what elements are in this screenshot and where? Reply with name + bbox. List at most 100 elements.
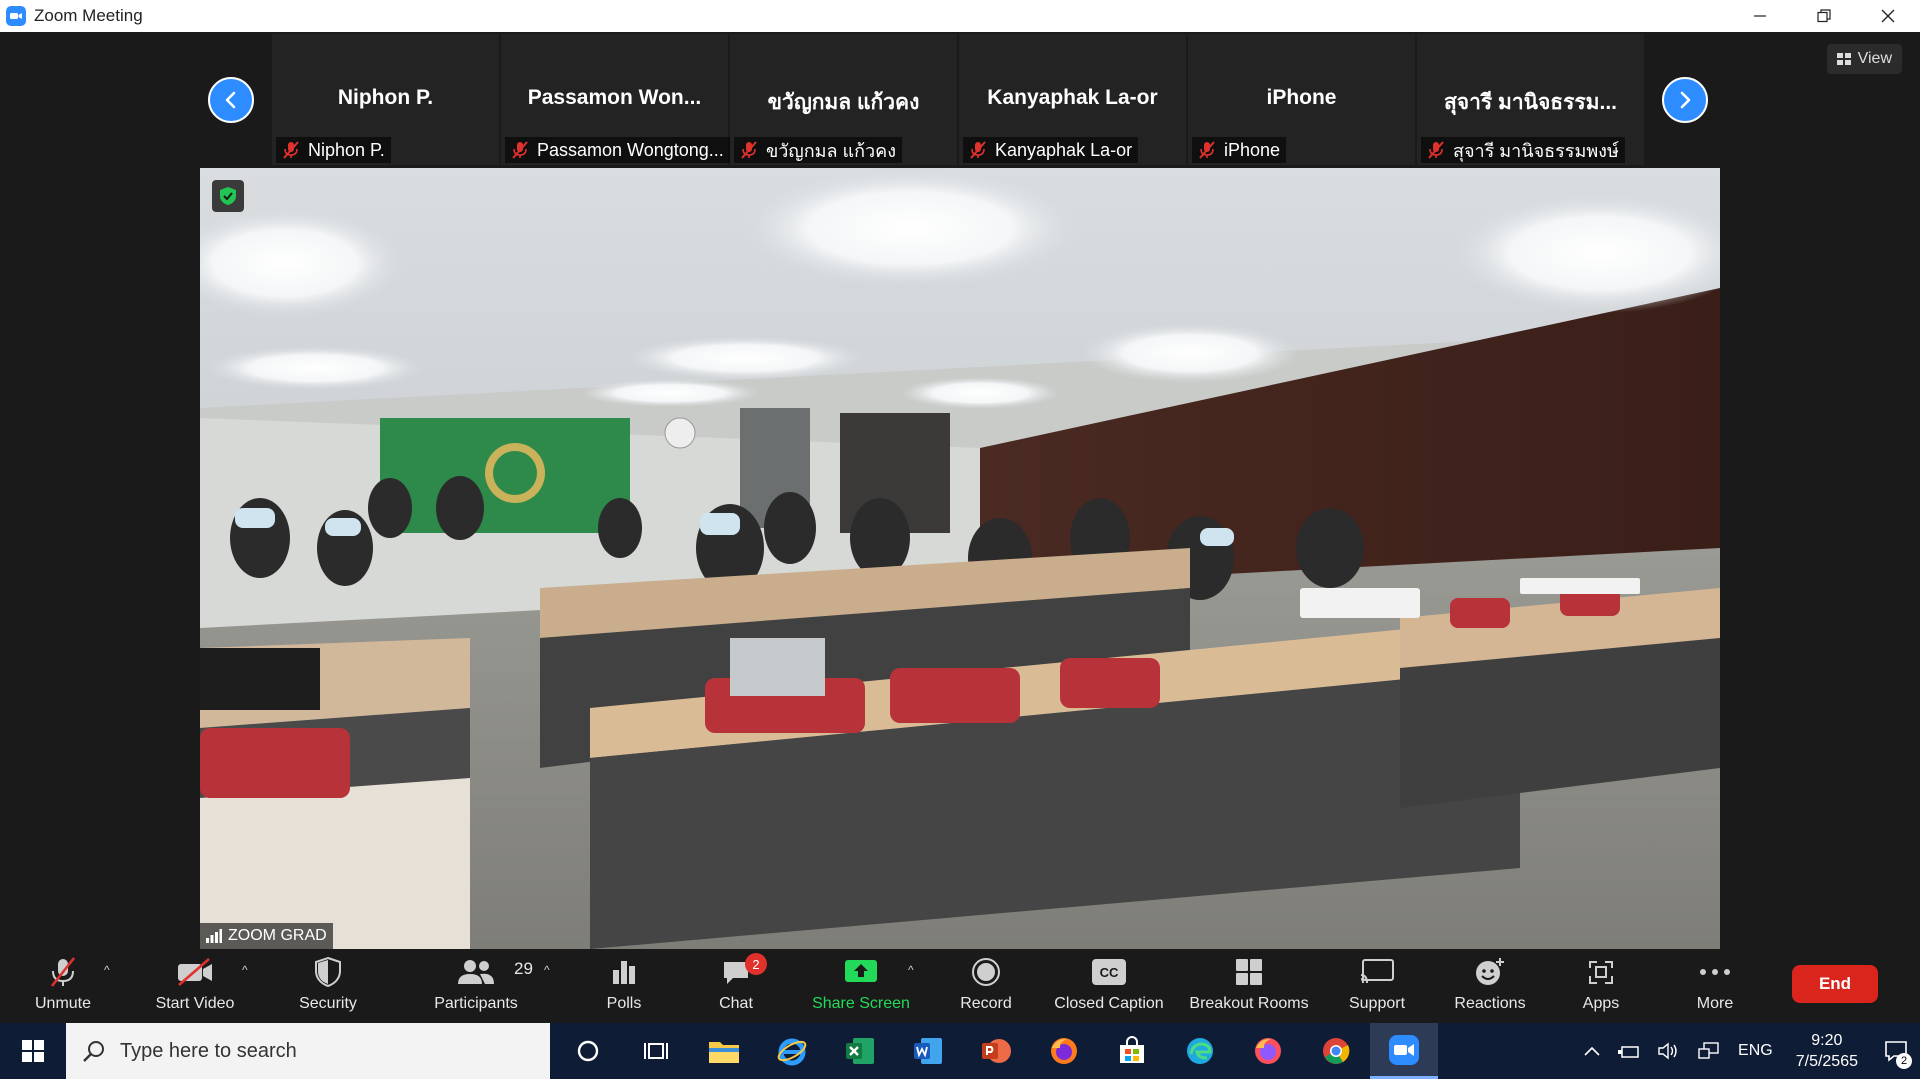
participants-button[interactable]: 29 Participants xyxy=(426,949,533,1023)
chrome-button[interactable] xyxy=(1302,1023,1370,1079)
reactions-button[interactable]: Reactions xyxy=(1450,949,1530,1023)
taskbar-search-box[interactable]: Type here to search xyxy=(66,1023,550,1079)
chrome-icon xyxy=(1323,1038,1350,1064)
start-video-button[interactable]: Start Video xyxy=(150,949,240,1023)
more-label: More xyxy=(1696,995,1734,1012)
clock-date: 7/5/2565 xyxy=(1795,1053,1858,1070)
participant-count: 29 xyxy=(514,959,533,978)
minimize-button[interactable] xyxy=(1728,0,1792,32)
participants-options-caret-icon[interactable]: ^ xyxy=(544,963,550,977)
share-screen-button[interactable]: Share Screen xyxy=(808,949,914,1023)
zoom-logo-icon xyxy=(6,6,26,26)
participant-tile[interactable]: สุจารี มานิจธรรม... สุจารี มานิจธรรมพงษ์ xyxy=(1417,34,1644,165)
participant-tile[interactable]: Passamon Won... Passamon Wongtong... xyxy=(501,34,730,165)
windows-taskbar: Type here to search ENG 9:20 7/5/2565 2 xyxy=(0,1023,1920,1079)
file-explorer-button[interactable] xyxy=(690,1023,758,1079)
window-title: Zoom Meeting xyxy=(34,6,143,25)
cortana-button[interactable] xyxy=(554,1023,622,1079)
participant-name-label: ขวัญกมล แก้วคง xyxy=(734,137,902,163)
closed-caption-button[interactable]: CC Closed Caption xyxy=(1052,949,1166,1023)
start-button[interactable] xyxy=(0,1023,66,1079)
internet-explorer-icon xyxy=(777,1038,807,1066)
microsoft-store-button[interactable] xyxy=(1098,1023,1166,1079)
record-button[interactable]: Record xyxy=(956,949,1016,1023)
polls-label: Polls xyxy=(606,995,642,1012)
video-options-caret-icon[interactable]: ^ xyxy=(242,963,248,977)
participant-tile[interactable]: Kanyaphak La-or Kanyaphak La-or xyxy=(959,34,1186,165)
meeting-stage: Niphon P. Niphon P. Passamon Won... Pass… xyxy=(0,32,1920,949)
support-button[interactable]: Support xyxy=(1344,949,1410,1023)
apps-button[interactable]: Apps xyxy=(1578,949,1624,1023)
muted-mic-icon xyxy=(741,141,757,159)
view-button[interactable]: View xyxy=(1826,44,1902,74)
input-language-button[interactable]: ENG xyxy=(1729,1042,1782,1060)
zoom-app: Zoom Meeting Niphon P. Niphon P. Passamo… xyxy=(0,0,1920,1079)
firefox-icon xyxy=(1051,1038,1077,1064)
powerpoint-button[interactable] xyxy=(962,1023,1030,1079)
show-hidden-icons-button[interactable] xyxy=(1575,1046,1609,1056)
close-button[interactable] xyxy=(1856,0,1920,32)
word-button[interactable] xyxy=(894,1023,962,1079)
participant-tile[interactable]: iPhone iPhone xyxy=(1188,34,1415,165)
participant-tile[interactable]: ขวัญกมล แก้วคง ขวัญกมล แก้วคง xyxy=(730,34,957,165)
participant-name-text: ขวัญกมล แก้วคง xyxy=(766,140,896,161)
breakout-rooms-button[interactable]: Breakout Rooms xyxy=(1186,949,1312,1023)
network-icon xyxy=(1698,1042,1719,1059)
title-bar: Zoom Meeting xyxy=(0,0,1920,32)
word-icon xyxy=(914,1038,942,1064)
chat-label: Chat xyxy=(719,995,753,1012)
zoom-taskbar-button[interactable] xyxy=(1370,1023,1438,1079)
edge-button[interactable] xyxy=(1166,1023,1234,1079)
speaker-name-label: ZOOM GRAD xyxy=(200,923,333,949)
grid-view-icon xyxy=(1836,53,1851,65)
more-button[interactable]: More xyxy=(1690,949,1740,1023)
excel-icon xyxy=(846,1038,874,1064)
taskbar-apps xyxy=(554,1023,1438,1079)
active-speaker-video[interactable]: ZOOM GRAD xyxy=(200,168,1720,949)
chevron-up-icon xyxy=(1584,1046,1600,1056)
previous-page-button[interactable] xyxy=(208,77,254,123)
apps-label: Apps xyxy=(1582,995,1620,1012)
audio-options-caret-icon[interactable]: ^ xyxy=(104,963,110,977)
participant-name-text: Kanyaphak La-or xyxy=(995,139,1133,160)
unmute-button[interactable]: Unmute xyxy=(28,949,98,1023)
close-icon xyxy=(1881,9,1895,23)
closed-caption-icon: CC xyxy=(1092,959,1126,985)
restore-button[interactable] xyxy=(1792,0,1856,32)
participant-tile[interactable]: Niphon P. Niphon P. xyxy=(272,34,499,165)
chat-button[interactable]: 2 Chat xyxy=(710,949,767,1023)
polls-button[interactable]: Polls xyxy=(596,949,652,1023)
system-tray: ENG 9:20 7/5/2565 2 xyxy=(1575,1023,1920,1079)
record-label: Record xyxy=(960,995,1012,1012)
share-options-caret-icon[interactable]: ^ xyxy=(908,963,914,977)
network-button[interactable] xyxy=(1689,1042,1729,1060)
shield-icon xyxy=(315,956,341,988)
firefox-dev-button[interactable] xyxy=(1234,1023,1302,1079)
apps-icon xyxy=(1589,961,1613,984)
battery-button[interactable] xyxy=(1609,1043,1649,1059)
encryption-shield-icon[interactable] xyxy=(212,180,244,212)
volume-button[interactable] xyxy=(1649,1042,1689,1060)
next-page-button[interactable] xyxy=(1662,77,1708,123)
internet-explorer-button[interactable] xyxy=(758,1023,826,1079)
security-label: Security xyxy=(299,995,357,1012)
excel-button[interactable] xyxy=(826,1023,894,1079)
participant-name-text: สุจารี มานิจธรรมพงษ์ xyxy=(1453,140,1619,161)
participants-icon xyxy=(458,960,494,984)
action-center-button[interactable]: 2 xyxy=(1872,1023,1920,1079)
thumbnail-strip: Niphon P. Niphon P. Passamon Won... Pass… xyxy=(272,34,1644,165)
participant-name-text: Niphon P. xyxy=(308,139,385,160)
security-button[interactable]: Security xyxy=(290,949,366,1023)
speaker-name-text: ZOOM GRAD xyxy=(228,927,327,944)
firefox-button[interactable] xyxy=(1030,1023,1098,1079)
breakout-rooms-icon xyxy=(1236,959,1262,985)
speaker-icon xyxy=(1658,1042,1677,1060)
view-button-label: View xyxy=(1857,50,1892,67)
task-view-button[interactable] xyxy=(622,1023,690,1079)
taskbar-clock[interactable]: 9:20 7/5/2565 xyxy=(1782,1030,1872,1072)
end-meeting-button[interactable]: End xyxy=(1792,965,1878,1003)
firefox-icon xyxy=(1255,1038,1281,1064)
participant-display-name: Niphon P. xyxy=(337,86,434,109)
polls-icon xyxy=(613,961,635,984)
participants-label: Participants xyxy=(434,995,518,1012)
